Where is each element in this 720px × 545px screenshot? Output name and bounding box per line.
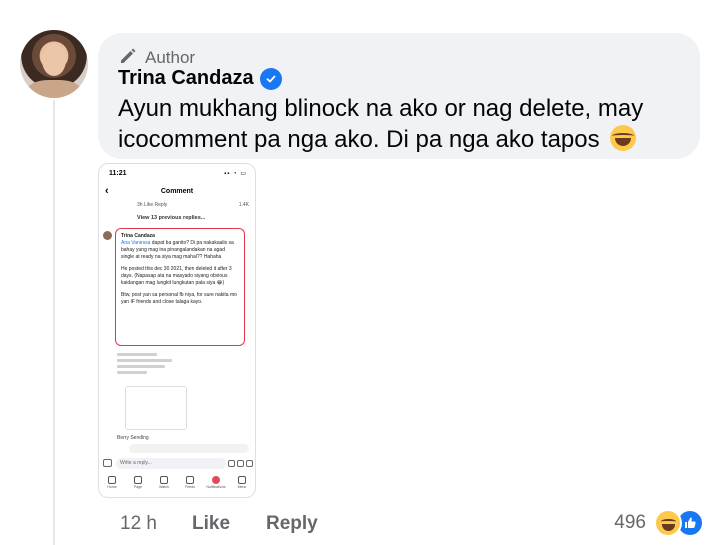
avatar-shoulder (26, 80, 82, 98)
page-icon (134, 476, 142, 484)
phone-status-time: 11:21 (109, 170, 127, 177)
comment-bubble: Author Trina Candaza Ayun mukhang blinoc… (98, 33, 700, 159)
verified-badge-icon (259, 67, 282, 90)
comment-timestamp[interactable]: 12 h (120, 513, 192, 535)
thread-line (53, 100, 55, 545)
phone-berry: Berry Sendlng (117, 435, 149, 441)
author-name[interactable]: Trina Candaza (118, 67, 254, 90)
comment-text: Ayun mukhang blinock na ako or nag delet… (118, 93, 678, 155)
phone-tab-page: Page (126, 474, 150, 497)
phone-tab-bar: Home Page Watch Feeds Notifications Menu (99, 474, 255, 497)
phone-mention: Ana Vanessa (121, 240, 151, 246)
phone-tab-menu: Menu (230, 474, 254, 497)
haha-icon (654, 509, 682, 537)
comment-body: Ayun mukhang blinock na ako or nag delet… (118, 95, 644, 153)
phone-input-field: Write a reply... (116, 457, 226, 469)
phone-status-icons: ▪▪ ◔ ▭ (224, 171, 247, 177)
laughing-emoji-icon (610, 125, 637, 151)
phone-reply-input: Write a reply... (103, 457, 253, 469)
camera-icon (103, 459, 112, 467)
phone-prev-reacts: 1.4K (238, 202, 249, 208)
phone-para-2: He posted this dec 30 2021, then deleted… (121, 266, 232, 286)
phone-card-name: Trina Candaza (121, 233, 155, 239)
menu-icon (238, 476, 246, 484)
phone-avatar (103, 231, 112, 240)
phone-embedded-post (117, 350, 187, 435)
reaction-count: 496 (614, 512, 646, 533)
reply-button[interactable]: Reply (266, 513, 318, 535)
gif-icon (237, 459, 244, 467)
phone-para-3: Btw, post yan sa personal fb niya, for s… (121, 292, 237, 305)
phone-para-1: Ana Vanessa dapat ba ganito? Di pa nakak… (121, 240, 239, 261)
phone-tab-notifications: Notifications (204, 474, 228, 497)
phone-title: Comment (160, 188, 194, 195)
author-badge-label: Author (145, 47, 196, 67)
phone-tab-feeds: Feeds (178, 474, 202, 497)
phone-tab-watch: Watch (152, 474, 176, 497)
watch-icon (160, 476, 168, 484)
emoji-icon (246, 459, 253, 467)
phone-tab-home: Home (100, 474, 124, 497)
phone-reply-row (129, 444, 249, 453)
avatar-face (42, 44, 66, 76)
like-button[interactable]: Like (192, 513, 266, 535)
home-icon (108, 476, 116, 484)
attached-screenshot[interactable]: 11:21 ▪▪ ◔ ▭ ‹ Comment 3h Like Reply 1.4… (98, 163, 256, 498)
phone-prev-actions: 3h Like Reply (137, 202, 168, 208)
avatar[interactable] (20, 30, 88, 98)
bell-icon (212, 476, 220, 484)
phone-view-previous: View 13 previous replies... (137, 215, 206, 221)
comment-actions: 12 h Like Reply (120, 513, 318, 535)
sticker-icon (228, 459, 235, 467)
phone-highlighted-comment: Trina Candaza Ana Vanessa dapat ba ganit… (115, 228, 245, 346)
reaction-summary[interactable]: 496 (614, 509, 704, 537)
feeds-icon (186, 476, 194, 484)
